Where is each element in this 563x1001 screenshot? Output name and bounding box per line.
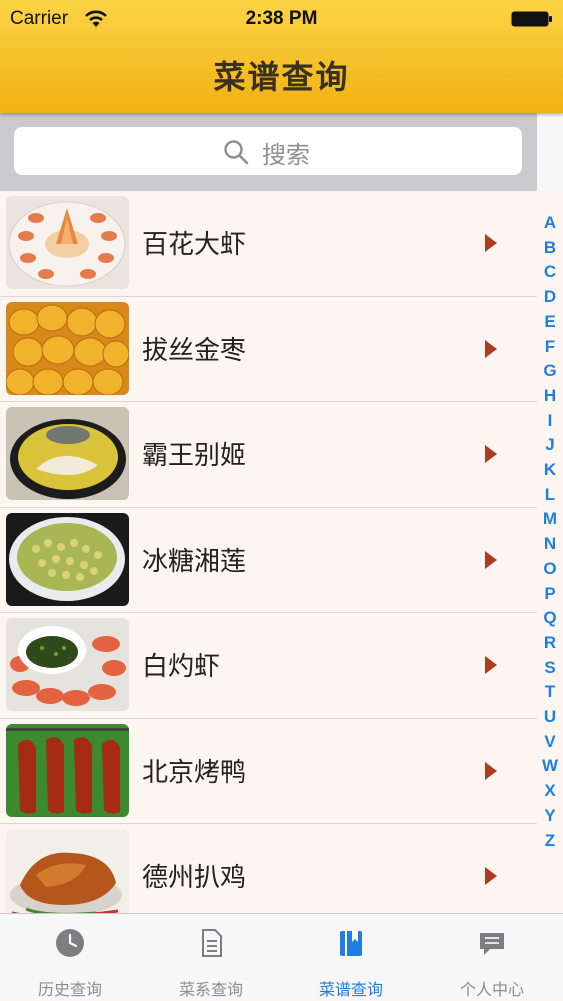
index-letter-b[interactable]: B bbox=[537, 238, 563, 258]
disclosure-arrow-icon bbox=[485, 761, 497, 780]
recipe-thumbnail bbox=[6, 618, 129, 711]
index-letter-s[interactable]: S bbox=[537, 658, 563, 678]
index-letter-v[interactable]: V bbox=[537, 732, 563, 752]
tab-profile[interactable]: 个人中心 bbox=[422, 914, 562, 1001]
index-letter-h[interactable]: H bbox=[537, 386, 563, 406]
disclosure-arrow-icon bbox=[485, 445, 497, 463]
recipe-name: 霸王别姬 bbox=[142, 441, 247, 471]
index-letter-q[interactable]: Q bbox=[537, 608, 563, 628]
book-icon bbox=[340, 931, 362, 956]
list-item[interactable]: 北京烤鸭 bbox=[0, 719, 537, 824]
index-letter-g[interactable]: G bbox=[537, 361, 563, 381]
search-bar: 搜索 bbox=[0, 113, 537, 191]
list-item[interactable]: 拔丝金枣 bbox=[0, 297, 537, 402]
search-icon bbox=[224, 140, 249, 165]
tab-label: 菜谱查询 bbox=[318, 980, 383, 999]
index-letter-f[interactable]: F bbox=[537, 337, 563, 357]
index-letter-y[interactable]: Y bbox=[537, 806, 563, 826]
tab-cuisine[interactable]: 菜系查询 bbox=[141, 914, 281, 1001]
tab-label: 菜系查询 bbox=[178, 980, 243, 999]
list-item[interactable]: 霸王别姬 bbox=[0, 402, 537, 508]
index-letter-d[interactable]: D bbox=[537, 287, 563, 307]
search-placeholder: 搜索 bbox=[262, 141, 310, 169]
tab-recipes[interactable]: 菜谱查询 bbox=[281, 914, 421, 1001]
recipe-thumbnail bbox=[6, 301, 129, 395]
list-item[interactable]: 冰糖湘莲 bbox=[0, 508, 537, 613]
index-letter-x[interactable]: X bbox=[537, 781, 563, 801]
disclosure-arrow-icon bbox=[485, 656, 497, 674]
disclosure-arrow-icon bbox=[485, 234, 497, 252]
index-letter-w[interactable]: W bbox=[537, 756, 563, 776]
disclosure-arrow-icon bbox=[485, 339, 497, 358]
index-letter-a[interactable]: A bbox=[537, 213, 563, 233]
recipe-thumbnail bbox=[6, 196, 129, 289]
index-letter-r[interactable]: R bbox=[537, 633, 563, 653]
index-letter-u[interactable]: U bbox=[537, 707, 563, 727]
chat-bubble-icon bbox=[480, 933, 504, 955]
index-letter-t[interactable]: T bbox=[537, 682, 563, 702]
recipe-name: 北京烤鸭 bbox=[142, 757, 247, 788]
index-letter-p[interactable]: P bbox=[537, 584, 563, 604]
index-letter-j[interactable]: J bbox=[537, 435, 563, 455]
list-item[interactable]: 百花大虾 bbox=[0, 191, 537, 297]
search-input[interactable]: 搜索 bbox=[14, 127, 522, 175]
battery-icon bbox=[511, 11, 552, 27]
index-bar-header bbox=[537, 113, 563, 191]
recipe-thumbnail bbox=[6, 829, 129, 913]
recipe-name: 拔丝金枣 bbox=[142, 335, 247, 366]
navigation-bar: Carrier 2:38 PM 菜谱查询 bbox=[0, 0, 563, 113]
tab-label: 历史查询 bbox=[37, 980, 102, 999]
clock-icon bbox=[56, 929, 84, 957]
index-letter-l[interactable]: L bbox=[537, 485, 563, 505]
status-time: 2:38 PM bbox=[245, 8, 318, 29]
recipe-thumbnail bbox=[6, 723, 129, 817]
recipe-name: 德州扒鸡 bbox=[142, 863, 247, 893]
index-letter-i[interactable]: I bbox=[537, 411, 563, 431]
index-letter-e[interactable]: E bbox=[537, 312, 563, 332]
tab-bar: 历史查询 菜系查询 菜谱查询 个人中心 bbox=[0, 913, 563, 1000]
recipe-name: 百花大虾 bbox=[142, 230, 247, 260]
disclosure-arrow-icon bbox=[485, 867, 497, 885]
index-letter-o[interactable]: O bbox=[537, 559, 563, 579]
page-title: 菜谱查询 bbox=[213, 58, 350, 96]
index-letter-k[interactable]: K bbox=[537, 460, 563, 480]
index-letter-m[interactable]: M bbox=[537, 509, 563, 529]
recipe-name: 冰糖湘莲 bbox=[142, 546, 247, 577]
document-icon bbox=[202, 929, 222, 957]
recipe-name: 白灼虾 bbox=[142, 652, 221, 682]
index-letter-z[interactable]: Z bbox=[537, 831, 563, 851]
tab-label: 个人中心 bbox=[459, 980, 524, 999]
recipe-thumbnail bbox=[6, 407, 129, 500]
index-letter-c[interactable]: C bbox=[537, 262, 563, 282]
list-item[interactable]: 德州扒鸡 bbox=[0, 824, 537, 913]
index-letter-n[interactable]: N bbox=[537, 534, 563, 554]
alphabet-index[interactable]: ABCDEFGHIJKLMNOPQRSTUVWXYZ bbox=[537, 191, 563, 913]
list-item[interactable]: 白灼虾 bbox=[0, 613, 537, 719]
disclosure-arrow-icon bbox=[485, 550, 497, 569]
recipe-list: 百花大虾 拔丝金枣 霸王别姬 冰糖湘莲 白灼虾 北京烤鸭 德州扒鸡 bbox=[0, 191, 537, 913]
recipe-thumbnail bbox=[6, 512, 129, 606]
tab-history[interactable]: 历史查询 bbox=[0, 914, 140, 1001]
